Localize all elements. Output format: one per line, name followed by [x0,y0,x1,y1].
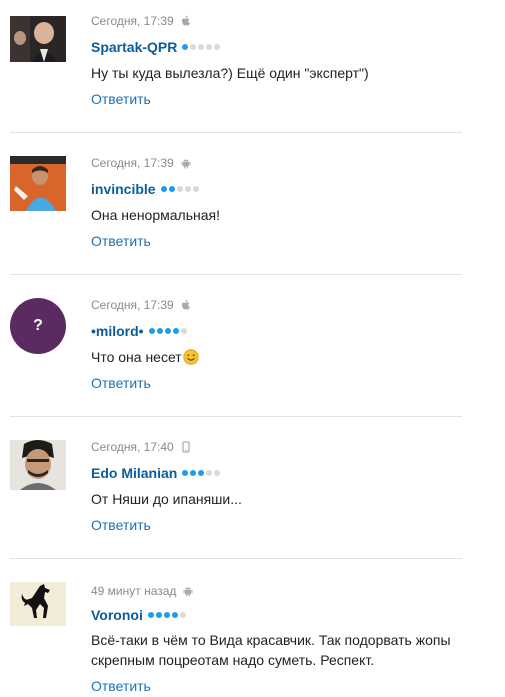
comment-text: От Няши до ипаняши... [91,491,242,507]
comment-item: ? Сегодня, 17:39 •milord• Что она несет … [0,284,505,418]
comment-meta: Сегодня, 17:40 [91,440,192,454]
comment-time: Сегодня, 17:39 [91,298,174,312]
divider [10,132,462,133]
comment-text-content: Что она несет [91,349,182,365]
avatar-letter: ? [33,317,43,334]
reply-button[interactable]: Ответить [91,678,151,694]
comment-meta: Сегодня, 17:39 [91,156,192,170]
rating-dots [182,470,221,476]
author-line: Spartak-QPR [91,39,221,55]
rating-dots [160,186,199,192]
author-name[interactable]: •milord• [91,323,144,339]
author-name[interactable]: Spartak-QPR [91,39,177,55]
phone-icon [180,441,192,453]
reply-button[interactable]: Ответить [91,233,151,249]
rating-dot-empty [198,44,205,50]
smiling-face-icon [183,349,199,365]
horse-logo-avatar[interactable] [10,582,66,626]
rating-dot-filled [182,470,189,476]
rating-dot-filled [164,328,171,334]
rating-dot-filled [190,470,197,476]
author-name[interactable]: Edo Milanian [91,465,177,481]
comment-time: Сегодня, 17:39 [91,156,174,170]
avatar[interactable] [10,16,66,62]
comment-item: 49 минут назад Voronoi Всё-таки в чём то… [0,568,505,697]
reply-button[interactable]: Ответить [91,375,151,391]
avatar[interactable] [10,440,66,490]
rating-dot-filled [155,612,162,618]
author-name[interactable]: Voronoi [91,607,143,623]
rating-dot-filled [168,186,175,192]
rating-dot-filled [148,328,155,334]
divider [10,416,462,417]
apple-icon [180,15,192,27]
comment-text: Ну ты куда вылезла?) Ещё один "эксперт") [91,65,369,81]
comment-meta: Сегодня, 17:39 [91,14,192,28]
comment-item: Сегодня, 17:40 Edo Milanian От Няши до и… [0,426,505,560]
rating-dot-filled [198,470,205,476]
comment-time: Сегодня, 17:39 [91,14,174,28]
rating-dots [147,612,186,618]
comment-meta: 49 минут назад [91,584,194,598]
rating-dot-empty [214,44,221,50]
rating-dot-empty [206,44,213,50]
rating-dot-filled [160,186,167,192]
rating-dot-filled [171,612,178,618]
avatar[interactable]: ? [10,298,66,354]
rating-dot-empty [214,470,221,476]
rating-dot-empty [190,44,197,50]
reply-button[interactable]: Ответить [91,517,151,533]
avatar[interactable] [10,156,66,211]
apple-icon [180,299,192,311]
android-icon [182,585,194,597]
comment-text: Всё-таки в чём то Вида красавчик. Так по… [91,632,451,668]
rating-dots [182,44,221,50]
author-line: Voronoi [91,607,186,623]
author-name[interactable]: invincible [91,181,156,197]
rating-dot-empty [179,612,186,618]
rating-dot-empty [184,186,191,192]
reply-button[interactable]: Ответить [91,91,151,107]
rating-dot-filled [182,44,189,50]
comment-time: 49 минут назад [91,584,177,598]
rating-dot-filled [172,328,179,334]
rating-dot-empty [192,186,199,192]
rating-dot-empty [206,470,213,476]
author-line: Edo Milanian [91,465,221,481]
rating-dot-filled [156,328,163,334]
rating-dot-filled [163,612,170,618]
comment-meta: Сегодня, 17:39 [91,298,192,312]
author-line: •milord• [91,323,187,339]
comment-text: Что она несет [91,347,496,367]
rating-dot-empty [176,186,183,192]
rating-dots [148,328,187,334]
rating-dot-filled [147,612,154,618]
android-icon [180,157,192,169]
comment-time: Сегодня, 17:40 [91,440,174,454]
divider [10,274,462,275]
comment-text: Она ненормальная! [91,207,220,223]
divider [10,558,462,559]
rating-dot-empty [180,328,187,334]
author-line: invincible [91,181,199,197]
comment-item: Сегодня, 17:39 invincible Она ненормальн… [0,142,505,276]
comment-item: Сегодня, 17:39 Spartak-QPR Ну ты куда вы… [0,0,505,134]
